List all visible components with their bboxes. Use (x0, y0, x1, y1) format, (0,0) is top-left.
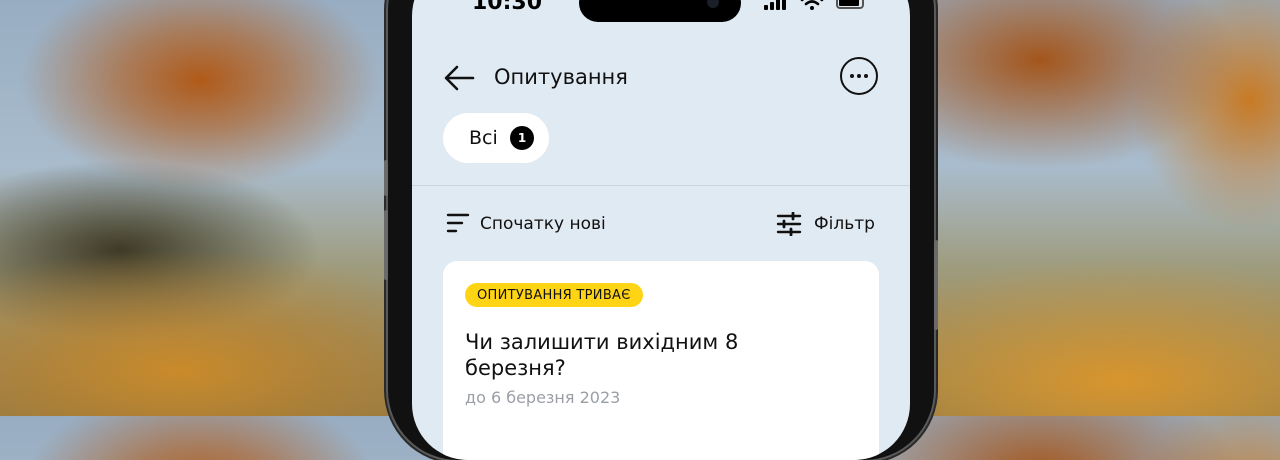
filter-button[interactable]: Фільтр (776, 210, 886, 236)
divider (412, 185, 910, 186)
chip-count-badge: 1 (510, 126, 534, 150)
battery-icon (836, 0, 864, 9)
sort-label: Спочатку нові (480, 214, 606, 234)
poll-card[interactable]: ОПИТУВАННЯ ТРИВАЄ Чи залишити вихідним 8… (443, 261, 879, 460)
status-bar-icons (764, 0, 884, 10)
filter-chip-all[interactable]: Всі 1 (443, 113, 549, 163)
chip-label: Всі (469, 127, 498, 149)
phone-side-button (384, 160, 388, 196)
poll-deadline: до 6 березня 2023 (465, 388, 621, 407)
wifi-icon (800, 0, 824, 10)
back-arrow-icon[interactable] (442, 61, 476, 95)
app-header: Опитування (412, 55, 910, 101)
page-title: Опитування (494, 65, 628, 89)
more-options-icon[interactable] (840, 57, 878, 95)
phone-side-button (934, 240, 938, 330)
signal-icon (764, 0, 788, 10)
app-screen: 10:30 Опитування Всі 1 Спочатку нові Філ… (412, 0, 910, 460)
dynamic-island (579, 0, 741, 22)
poll-title: Чи залишити вихідним 8 березня? (465, 330, 739, 380)
phone-side-button (384, 210, 388, 280)
camera (707, 0, 719, 8)
filter-sliders-icon (776, 212, 802, 236)
sort-icon (446, 213, 470, 233)
status-badge: ОПИТУВАННЯ ТРИВАЄ (465, 283, 643, 307)
status-bar-time: 10:30 (472, 0, 543, 15)
filter-label: Фільтр (814, 214, 875, 234)
